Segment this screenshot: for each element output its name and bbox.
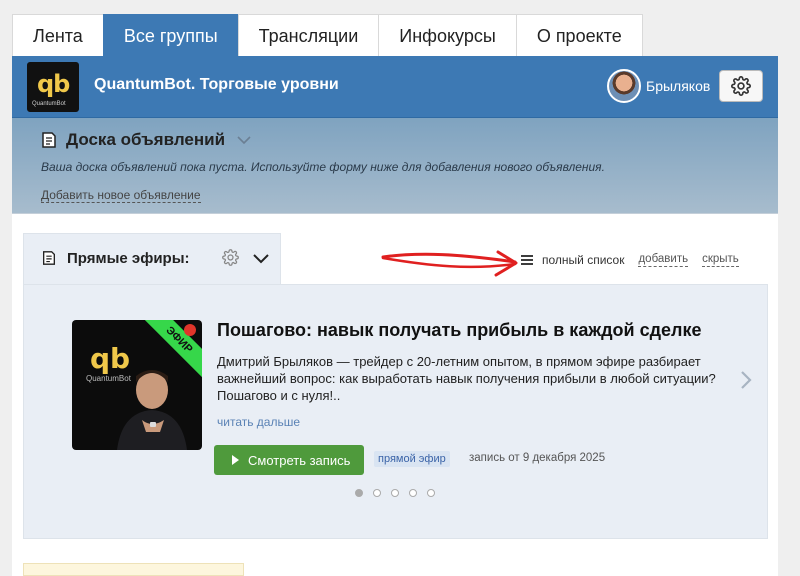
group-header: qb QuantumBot QuantumBot. Торговые уровн…	[12, 56, 778, 118]
status-badge[interactable]: прямой эфир	[374, 451, 450, 467]
gear-icon	[731, 76, 751, 96]
full-list-link[interactable]: полный список	[520, 253, 624, 267]
add-broadcast-link[interactable]: добавить	[638, 253, 689, 267]
document-icon	[43, 251, 55, 265]
tab-about[interactable]: О проекте	[515, 14, 643, 56]
carousel-pagination	[355, 489, 445, 497]
live-indicator-dot	[184, 324, 196, 336]
tab-all-groups[interactable]: Все группы	[102, 14, 239, 56]
watch-recording-button[interactable]: Смотреть запись	[214, 445, 364, 475]
tab-broadcasts[interactable]: Трансляции	[237, 14, 380, 56]
top-tabs: Лента Все группы Трансляции Инфокурсы О …	[12, 14, 643, 56]
annotation-arrow-icon	[381, 250, 518, 277]
chevron-right-icon[interactable]	[739, 370, 753, 390]
carousel-dot[interactable]	[355, 489, 363, 497]
video-title[interactable]: Пошагово: навык получать прибыль в каждо…	[217, 320, 701, 341]
carousel-dot[interactable]	[373, 489, 381, 497]
presenter-image	[117, 370, 187, 450]
play-icon	[232, 455, 239, 465]
watch-recording-label: Смотреть запись	[248, 452, 351, 468]
announcement-board: Доска объявлений Ваша доска объявлений п…	[12, 118, 778, 214]
chevron-down-icon[interactable]	[237, 135, 251, 145]
group-logo-text: qb	[37, 70, 70, 98]
group-title[interactable]: QuantumBot. Торговые уровни	[94, 76, 339, 94]
tab-infocourses[interactable]: Инфокурсы	[378, 14, 517, 56]
carousel-dot[interactable]	[427, 489, 435, 497]
gear-icon[interactable]	[222, 249, 239, 266]
board-header: Доска объявлений	[40, 130, 251, 150]
user-name[interactable]: Брыляков	[646, 78, 710, 94]
avatar[interactable]	[607, 69, 641, 103]
board-empty-text: Ваша доска объявлений пока пуста. Исполь…	[41, 160, 605, 174]
list-icon	[521, 255, 533, 265]
read-more-link[interactable]: читать дальше	[217, 415, 300, 429]
video-description: Дмитрий Брыляков — трейдер с 20-летним о…	[217, 354, 716, 403]
hide-broadcasts-link[interactable]: скрыть	[702, 253, 739, 267]
group-logo-subtext: QuantumBot	[32, 101, 66, 107]
full-list-label: полный список	[542, 253, 625, 267]
live-broadcasts-tab: Прямые эфиры:	[23, 233, 281, 285]
group-logo[interactable]: qb QuantumBot	[26, 61, 80, 113]
next-section-block	[23, 563, 244, 576]
add-announcement-link[interactable]: Добавить новое объявление	[41, 188, 201, 203]
tab-feed[interactable]: Лента	[12, 14, 104, 56]
record-date: запись от 9 декабря 2025	[469, 452, 606, 464]
carousel-dot[interactable]	[391, 489, 399, 497]
board-title: Доска объявлений	[66, 130, 226, 149]
document-icon	[42, 132, 56, 148]
video-thumbnail[interactable]: qb QuantumBot ЭФИР	[72, 320, 202, 450]
live-broadcasts-title: Прямые эфиры:	[67, 250, 190, 267]
live-broadcasts-actions: полный список добавить скрыть	[520, 253, 739, 267]
chevron-down-icon[interactable]	[252, 253, 270, 265]
settings-button[interactable]	[719, 70, 763, 102]
user-menu[interactable]: Брыляков	[607, 69, 710, 103]
carousel-dot[interactable]	[409, 489, 417, 497]
